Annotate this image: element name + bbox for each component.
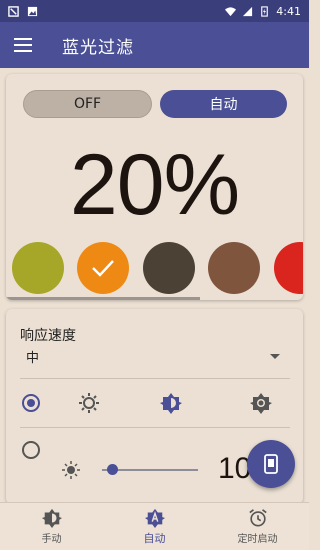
- divider: [20, 378, 290, 379]
- mode-toggle: OFF 自动: [23, 90, 287, 118]
- tab-schedule[interactable]: 定时启动: [206, 503, 309, 550]
- notification-icon: [8, 5, 19, 17]
- brightness-low-icon[interactable]: [78, 392, 100, 414]
- signal-icon: [243, 6, 253, 16]
- swatch-scroll-indicator: [6, 297, 200, 300]
- bottom-navigation: 手动 自动 定时启动: [0, 502, 309, 550]
- color-swatch[interactable]: [143, 242, 195, 294]
- color-swatch[interactable]: [77, 242, 129, 294]
- screen-filter-fab[interactable]: [247, 440, 295, 488]
- chevron-down-icon: [270, 353, 280, 359]
- tab-auto[interactable]: 自动: [103, 503, 206, 550]
- brightness-mode-row: [20, 391, 290, 415]
- brightness-half-icon[interactable]: [160, 392, 182, 414]
- menu-icon: [14, 38, 32, 52]
- filter-percent: 20%: [69, 137, 240, 233]
- color-swatch[interactable]: [274, 242, 303, 294]
- mode-auto-button[interactable]: 自动: [160, 90, 287, 118]
- image-icon: [27, 6, 38, 16]
- sun-small-icon: [62, 461, 80, 479]
- response-speed-value: 中: [26, 350, 40, 366]
- brightness-slider-thumb[interactable]: [106, 464, 118, 475]
- app-bar: 蓝光过滤: [0, 22, 309, 68]
- mode-off-button[interactable]: OFF: [23, 90, 152, 118]
- check-icon: [92, 260, 114, 277]
- divider: [20, 427, 290, 428]
- brightness-half-icon: [41, 508, 62, 528]
- color-swatches: [12, 242, 303, 296]
- filter-card: OFF 自动 20%: [6, 74, 303, 300]
- alarm-clock-icon: [248, 509, 267, 527]
- color-swatch[interactable]: [208, 242, 260, 294]
- page-title: 蓝光过滤: [62, 37, 134, 58]
- battery-icon: [261, 5, 269, 17]
- brightness-high-icon[interactable]: [250, 392, 272, 414]
- response-speed-select[interactable]: 中: [20, 345, 280, 367]
- phone-filter-icon: [264, 454, 278, 474]
- brightness-slider[interactable]: [102, 464, 198, 475]
- auto-brightness-icon: [144, 508, 165, 528]
- response-speed-label: 响应速度: [20, 328, 76, 344]
- tab-label: 定时启动: [237, 534, 278, 545]
- brightness-value: 10: [218, 452, 252, 485]
- wifi-icon: [225, 6, 237, 16]
- menu-button[interactable]: [0, 22, 46, 68]
- tab-label: 手动: [41, 534, 62, 545]
- tab-manual[interactable]: 手动: [0, 503, 103, 550]
- radio-brightness-mode[interactable]: [22, 394, 40, 412]
- status-bar: 4:41: [0, 0, 309, 22]
- status-time: 4:41: [276, 4, 301, 18]
- tab-label: 自动: [143, 531, 166, 545]
- color-swatch[interactable]: [12, 242, 64, 294]
- radio-manual-brightness[interactable]: [22, 441, 40, 459]
